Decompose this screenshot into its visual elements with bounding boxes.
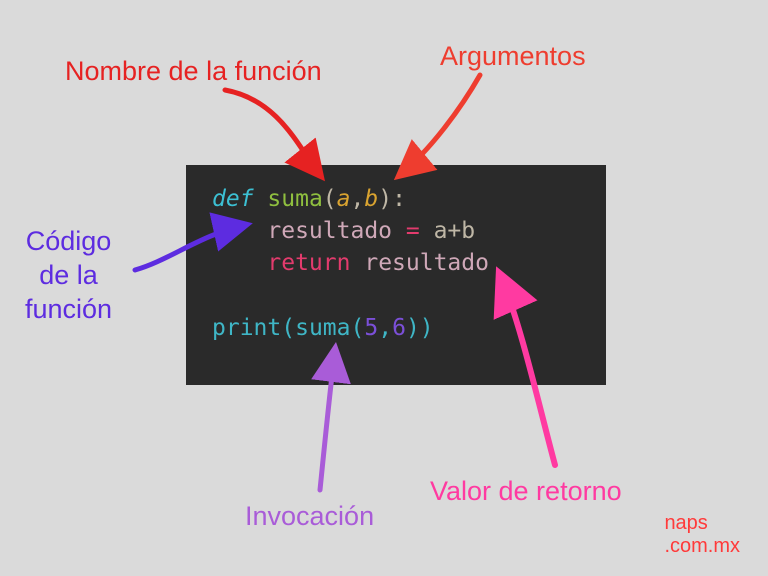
watermark-line2: .com.mx — [664, 535, 740, 558]
label-function-name: Nombre de la función — [65, 55, 322, 89]
code-line-print: print(suma(5,6)) — [212, 312, 606, 344]
diagram-stage: Nombre de la función Argumentos Código d… — [0, 0, 768, 576]
code-line-blank — [212, 280, 606, 312]
label-arguments: Argumentos — [440, 40, 586, 74]
label-function-body: Código de la función — [25, 225, 112, 326]
label-invocation: Invocación — [245, 500, 374, 534]
code-block: def suma(a,b): resultado = a+b return re… — [186, 165, 606, 385]
watermark: naps .com.mx — [664, 512, 740, 558]
code-line-def: def suma(a,b): — [212, 183, 606, 215]
code-line-assign: resultado = a+b — [212, 215, 606, 247]
code-line-return: return resultado — [212, 247, 606, 279]
label-return-value: Valor de retorno — [430, 475, 622, 509]
watermark-line1: naps — [664, 512, 740, 535]
